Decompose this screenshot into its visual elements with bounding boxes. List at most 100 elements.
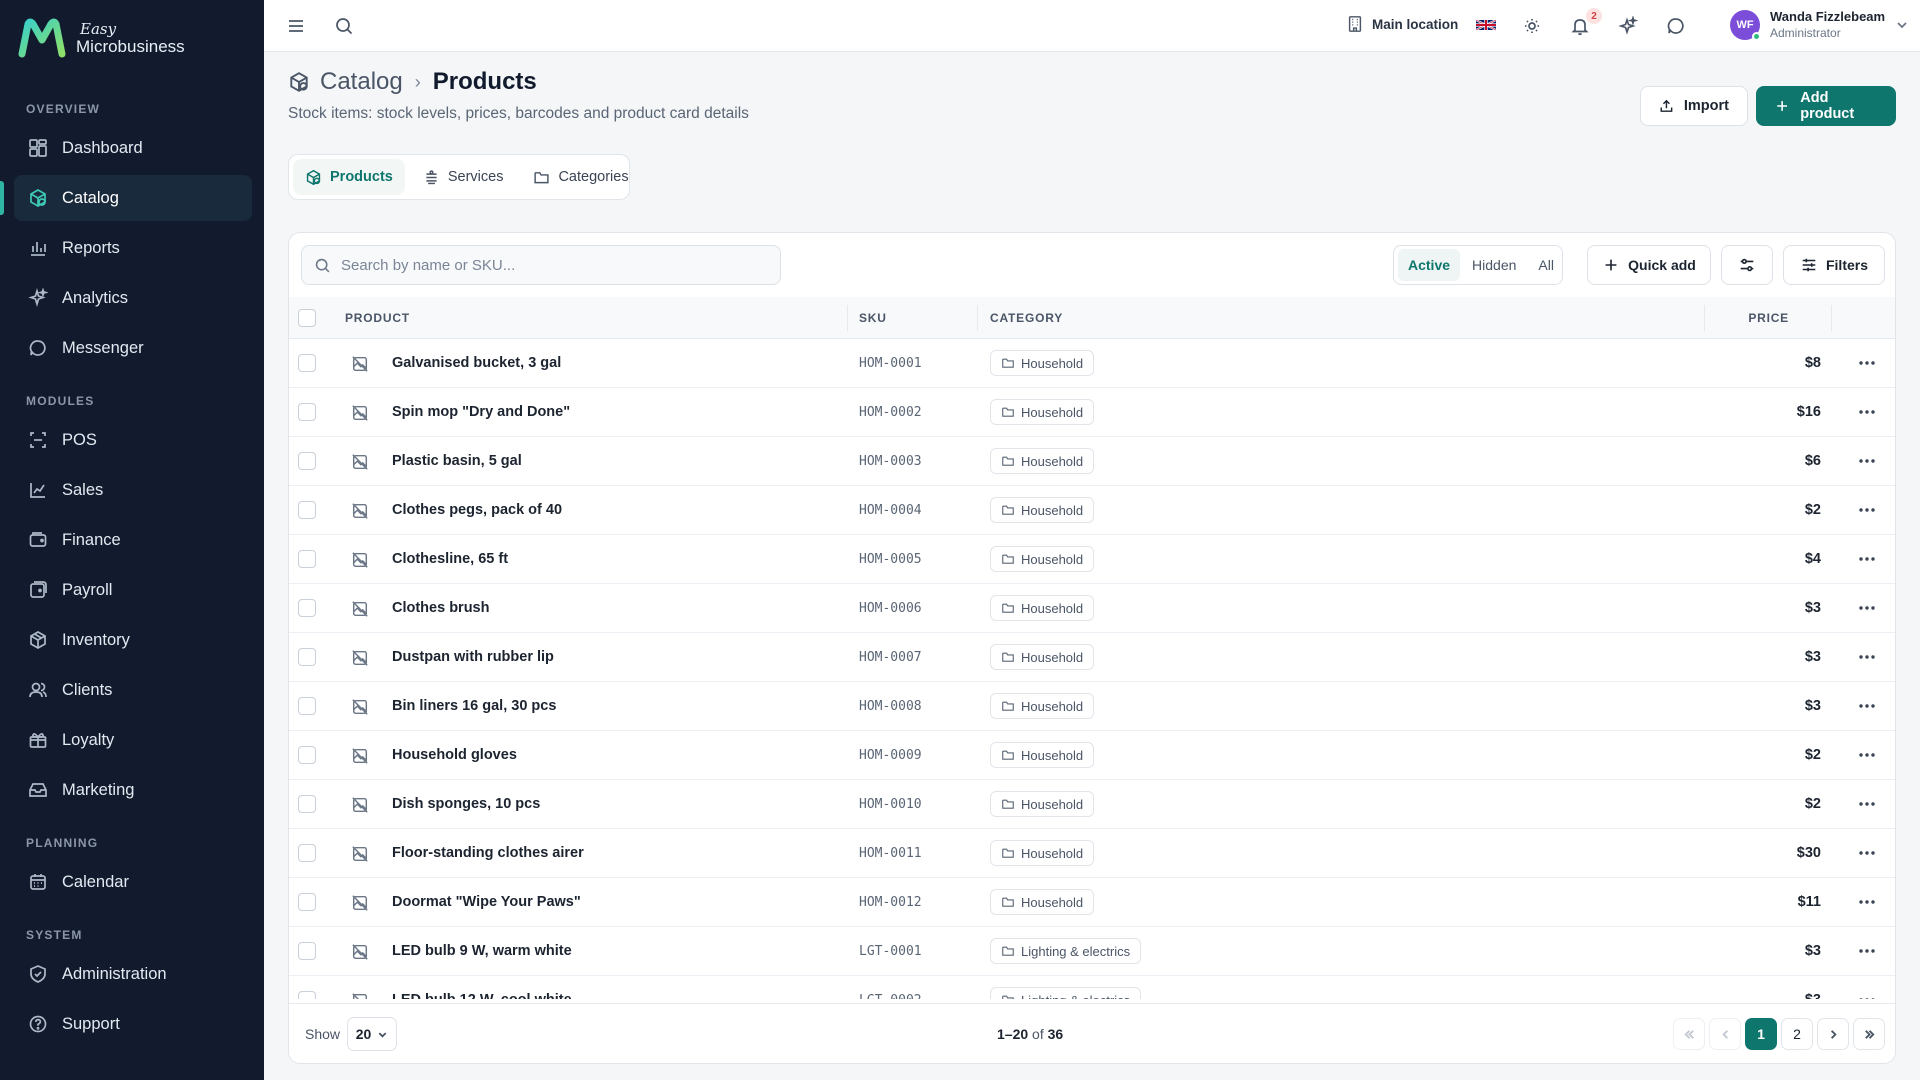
sidebar-item-administration[interactable]: Administration [14, 951, 252, 997]
table-row[interactable]: Doormat "Wipe Your Paws" HOM-0012 Househol… [289, 878, 1895, 927]
sidebar-item-marketing[interactable]: Marketing [14, 767, 252, 813]
location-selector[interactable]: Main location [1346, 15, 1458, 33]
row-checkbox[interactable] [298, 403, 316, 421]
language-flag-icon[interactable] [1476, 18, 1496, 32]
table-row[interactable]: Plastic basin, 5 gal HOM-0003 Household $6 [289, 437, 1895, 486]
status-filter-all[interactable]: All [1528, 249, 1564, 281]
menu-toggle-button[interactable] [284, 14, 308, 38]
theme-toggle-button[interactable] [1520, 14, 1544, 38]
row-actions-button[interactable] [1855, 500, 1879, 520]
sidebar-item-messenger[interactable]: Messenger [14, 325, 252, 371]
product-name[interactable]: Floor-standing clothes airer [392, 845, 584, 861]
row-actions-button[interactable] [1855, 696, 1879, 716]
row-checkbox[interactable] [298, 844, 316, 862]
product-name[interactable]: Household gloves [392, 747, 517, 763]
row-checkbox[interactable] [298, 991, 316, 999]
product-name[interactable]: Spin mop "Dry and Done" [392, 404, 570, 420]
sidebar-item-loyalty[interactable]: Loyalty [14, 717, 252, 763]
user-menu[interactable]: WF Wanda Fizzlebeam Administrator [1730, 9, 1909, 41]
row-actions-button[interactable] [1855, 451, 1879, 471]
row-actions-button[interactable] [1855, 745, 1879, 765]
sidebar-item-inventory[interactable]: Inventory [14, 617, 252, 663]
row-actions-button[interactable] [1855, 794, 1879, 814]
table-row[interactable]: Galvanised bucket, 3 gal HOM-0001 Househol… [289, 339, 1895, 388]
row-actions-button[interactable] [1855, 843, 1879, 863]
table-row[interactable]: LED bulb 12 W, cool white LGT-0002 Lightin… [289, 976, 1895, 999]
sidebar-item-catalog[interactable]: Catalog [14, 175, 252, 221]
row-checkbox[interactable] [298, 354, 316, 372]
product-name[interactable]: Dish sponges, 10 pcs [392, 796, 540, 812]
product-name[interactable]: Dustpan with rubber lip [392, 649, 554, 665]
ai-assistant-button[interactable] [1616, 14, 1640, 38]
brand[interactable]: Easy Microbusiness [18, 18, 185, 58]
add-product-button[interactable]: Add product [1756, 86, 1896, 126]
row-actions-button[interactable] [1855, 549, 1879, 569]
global-search-button[interactable] [332, 14, 356, 38]
page-size-select[interactable]: 20 [347, 1017, 397, 1051]
sidebar-item-pos[interactable]: POS [14, 417, 252, 463]
table-row[interactable]: Dustpan with rubber lip HOM-0007 Household… [289, 633, 1895, 682]
table-row[interactable]: Clothes brush HOM-0006 Household $3 [289, 584, 1895, 633]
row-actions-button[interactable] [1855, 941, 1879, 961]
column-header-price[interactable]: PRICE [1748, 311, 1789, 325]
sidebar-item-sales[interactable]: Sales [14, 467, 252, 513]
product-name[interactable]: Clothes pegs, pack of 40 [392, 502, 562, 518]
next-page-button[interactable] [1817, 1018, 1849, 1050]
row-checkbox[interactable] [298, 550, 316, 568]
status-filter-hidden[interactable]: Hidden [1462, 249, 1526, 281]
sidebar-item-support[interactable]: Support [14, 1001, 252, 1047]
table-row[interactable]: Household gloves HOM-0009 Household $2 [289, 731, 1895, 780]
sidebar-item-calendar[interactable]: Calendar [14, 859, 252, 905]
row-checkbox[interactable] [298, 795, 316, 813]
table-row[interactable]: Bin liners 16 gal, 30 pcs HOM-0008 Househo… [289, 682, 1895, 731]
quick-add-button[interactable]: Quick add [1587, 245, 1711, 285]
row-checkbox[interactable] [298, 501, 316, 519]
tab-products[interactable]: Products [293, 159, 405, 195]
sidebar-item-dashboard[interactable]: Dashboard [14, 125, 252, 171]
column-header-product[interactable]: PRODUCT [345, 311, 410, 325]
product-name[interactable]: Doormat "Wipe Your Paws" [392, 894, 581, 910]
row-actions-button[interactable] [1855, 892, 1879, 912]
row-checkbox[interactable] [298, 697, 316, 715]
row-actions-button[interactable] [1855, 990, 1879, 999]
table-row[interactable]: Dish sponges, 10 pcs HOM-0010 Household $2 [289, 780, 1895, 829]
product-name[interactable]: LED bulb 12 W, cool white [392, 992, 572, 999]
page-button-2[interactable]: 2 [1781, 1018, 1813, 1050]
select-all-checkbox[interactable] [298, 309, 316, 327]
last-page-button[interactable] [1853, 1018, 1885, 1050]
sidebar-item-finance[interactable]: Finance [14, 517, 252, 563]
column-header-category[interactable]: CATEGORY [990, 311, 1063, 325]
first-page-button[interactable] [1673, 1018, 1705, 1050]
sidebar-item-clients[interactable]: Clients [14, 667, 252, 713]
row-checkbox[interactable] [298, 746, 316, 764]
row-checkbox[interactable] [298, 452, 316, 470]
table-row[interactable]: Clothesline, 65 ft HOM-0005 Household $4 [289, 535, 1895, 584]
column-header-sku[interactable]: SKU [859, 311, 887, 325]
search-input[interactable] [341, 256, 761, 274]
chat-button[interactable] [1664, 14, 1688, 38]
table-row[interactable]: Spin mop "Dry and Done" HOM-0002 Household… [289, 388, 1895, 437]
table-row[interactable]: Clothes pegs, pack of 40 HOM-0004 Househol… [289, 486, 1895, 535]
filters-button[interactable]: Filters [1783, 245, 1885, 285]
row-checkbox[interactable] [298, 893, 316, 911]
product-name[interactable]: Plastic basin, 5 gal [392, 453, 522, 469]
product-search[interactable] [301, 245, 781, 285]
product-name[interactable]: Bin liners 16 gal, 30 pcs [392, 698, 556, 714]
tab-services[interactable]: Services [411, 159, 516, 195]
sidebar-item-reports[interactable]: Reports [14, 225, 252, 271]
tab-categories[interactable]: Categories [521, 159, 640, 195]
product-name[interactable]: Galvanised bucket, 3 gal [392, 355, 561, 371]
row-checkbox[interactable] [298, 648, 316, 666]
sidebar-item-payroll[interactable]: Payroll [14, 567, 252, 613]
row-checkbox[interactable] [298, 599, 316, 617]
row-actions-button[interactable] [1855, 647, 1879, 667]
row-actions-button[interactable] [1855, 598, 1879, 618]
table-row[interactable]: Floor-standing clothes airer HOM-0011 Hous… [289, 829, 1895, 878]
product-name[interactable]: LED bulb 9 W, warm white [392, 943, 572, 959]
import-button[interactable]: Import [1640, 86, 1748, 126]
product-name[interactable]: Clothesline, 65 ft [392, 551, 508, 567]
breadcrumb-catalog-link[interactable]: Catalog [320, 68, 403, 96]
row-actions-button[interactable] [1855, 402, 1879, 422]
column-settings-button[interactable] [1721, 245, 1773, 285]
row-actions-button[interactable] [1855, 353, 1879, 373]
